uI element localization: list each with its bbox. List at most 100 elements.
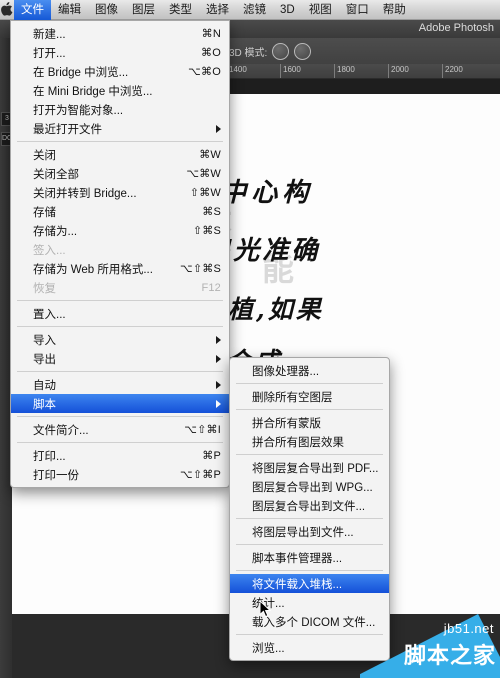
menu-item-label: 新建...: [33, 28, 66, 41]
menu-item[interactable]: 导入: [11, 330, 229, 349]
apple-logo-icon[interactable]: [0, 0, 14, 20]
menu-item-shortcut: ⇧⌘W: [189, 187, 221, 199]
menu-item[interactable]: 存储为... ⇧⌘S: [11, 221, 229, 240]
menu-item[interactable]: 打印一份 ⌥⇧⌘P: [11, 465, 229, 484]
menu-separator: [17, 371, 223, 372]
menu-item-label: 置入...: [33, 308, 66, 321]
menu-item-label: 关闭全部: [33, 168, 79, 181]
menu-item[interactable]: 删除所有空图层: [230, 387, 389, 406]
menu-item-label: 打开为智能对象...: [33, 104, 124, 117]
menu-separator: [17, 442, 223, 443]
menubar-item-2[interactable]: 图像: [88, 0, 125, 20]
menu-item[interactable]: 将文件载入堆栈...: [230, 574, 389, 593]
3d-roll-icon[interactable]: [294, 42, 312, 60]
menu-item[interactable]: 将图层复合导出到 PDF...: [230, 458, 389, 477]
menu-item[interactable]: 图层复合导出到 WPG...: [230, 477, 389, 496]
menu-item-label: 打印...: [33, 450, 66, 463]
menu-item[interactable]: 脚本: [11, 394, 229, 413]
menu-item-shortcut: F12: [201, 281, 221, 294]
menu-item-label: 图像处理器...: [252, 365, 320, 378]
menubar-item-8[interactable]: 视图: [302, 0, 339, 20]
menubar-item-0[interactable]: 文件: [14, 0, 51, 20]
menubar-item-7[interactable]: 3D: [273, 0, 302, 20]
menu-separator: [236, 518, 383, 519]
menubar-item-4[interactable]: 类型: [162, 0, 199, 20]
ruler-tick-1800: 1800: [334, 64, 355, 78]
menu-item-label: 删除所有空图层: [252, 391, 333, 404]
menu-separator: [17, 300, 223, 301]
3d-mode-group: 3D 模式:: [221, 38, 317, 64]
menubar-item-5[interactable]: 选择: [199, 0, 236, 20]
menu-item[interactable]: 关闭并转到 Bridge... ⇧⌘W: [11, 183, 229, 202]
menu-item-shortcut: ⌥⌘O: [188, 66, 221, 78]
menu-item-shortcut: ⌥⇧⌘S: [179, 263, 221, 275]
menu-item[interactable]: 关闭 ⌘W: [11, 145, 229, 164]
menu-item[interactable]: 导出: [11, 349, 229, 368]
menu-item[interactable]: 在 Bridge 中浏览... ⌥⌘O: [11, 62, 229, 81]
menu-item-shortcut: ⌘N: [201, 28, 221, 40]
menu-item[interactable]: 将图层导出到文件...: [230, 522, 389, 541]
menu-item[interactable]: 打印... ⌘P: [11, 446, 229, 465]
menu-item[interactable]: 置入...: [11, 304, 229, 323]
ruler-tick-2200: 2200: [442, 64, 463, 78]
menu-item[interactable]: 图层复合导出到文件...: [230, 496, 389, 515]
menubar-item-9[interactable]: 窗口: [339, 0, 376, 20]
system-menubar: 文件 编辑 图像 图层 类型 选择 滤镜 3D 视图 窗口 帮助: [0, 0, 500, 20]
menu-item-label: 关闭并转到 Bridge...: [33, 187, 137, 200]
submenu-arrow-icon: [216, 399, 221, 408]
menu-item[interactable]: 在 Mini Bridge 中浏览...: [11, 81, 229, 100]
scripts-submenu[interactable]: 图像处理器... 删除所有空图层 拼合所有蒙版拼合所有图层效果将图层复合导出到 PD…: [229, 357, 390, 661]
menu-item-shortcut: ⌥⌘W: [186, 168, 221, 180]
menu-item-label: 打印一份: [33, 469, 79, 482]
menu-item[interactable]: 拼合所有蒙版: [230, 413, 389, 432]
menu-item[interactable]: 存储 ⌘S: [11, 202, 229, 221]
menu-item-label: 拼合所有蒙版: [252, 417, 321, 430]
menu-item-label: 最近打开文件: [33, 123, 102, 136]
menu-item[interactable]: 打开... ⌘O: [11, 43, 229, 62]
menu-item-label: 将图层复合导出到 PDF...: [252, 462, 379, 475]
menu-item[interactable]: 新建... ⌘N: [11, 24, 229, 43]
menu-item-shortcut: ⌘W: [199, 149, 221, 161]
menu-separator: [236, 544, 383, 545]
menu-item[interactable]: 最近打开文件: [11, 119, 229, 138]
menu-separator: [236, 409, 383, 410]
file-dropdown-menu[interactable]: 新建... ⌘N 打开... ⌘O 在 Bridge 中浏览... ⌥⌘O 在 Mini B…: [10, 20, 230, 488]
menu-item-label: 打开...: [33, 47, 66, 60]
menu-item[interactable]: 打开为智能对象...: [11, 100, 229, 119]
menu-item[interactable]: 脚本事件管理器...: [230, 548, 389, 567]
menu-item-label: 拼合所有图层效果: [252, 436, 344, 449]
menu-item[interactable]: 载入多个 DICOM 文件...: [230, 612, 389, 631]
menu-item-label: 存储为...: [33, 225, 78, 238]
submenu-arrow-icon: [216, 124, 221, 133]
menu-item-shortcut: ⌘O: [201, 47, 221, 59]
menu-item-label: 存储为 Web 所用格式...: [33, 263, 153, 276]
menu-item-label: 存储: [33, 206, 56, 219]
menubar-item-1[interactable]: 编辑: [51, 0, 88, 20]
menu-item-label: 导入: [33, 334, 56, 347]
menu-item[interactable]: 关闭全部 ⌥⌘W: [11, 164, 229, 183]
menubar-item-6[interactable]: 滤镜: [236, 0, 273, 20]
menu-separator: [17, 416, 223, 417]
menu-item-shortcut: ⇧⌘S: [192, 225, 221, 237]
submenu-arrow-icon: [216, 354, 221, 363]
menu-item[interactable]: 自动: [11, 375, 229, 394]
menu-item[interactable]: 浏览...: [230, 638, 389, 657]
menubar-item-3[interactable]: 图层: [125, 0, 162, 20]
photoshop-window: Adobe Photosh 3D 模式: 6008001000120: [0, 0, 500, 678]
menu-item[interactable]: 拼合所有图层效果: [230, 432, 389, 451]
menu-item-shortcut: ⌘S: [202, 206, 221, 218]
menu-item[interactable]: 图像处理器...: [230, 361, 389, 380]
menu-item[interactable]: 统计...: [230, 593, 389, 612]
menu-separator: [236, 634, 383, 635]
3d-orbit-icon[interactable]: [272, 42, 290, 60]
menu-item[interactable]: 存储为 Web 所用格式... ⌥⇧⌘S: [11, 259, 229, 278]
menu-item: 恢复 F12: [11, 278, 229, 297]
submenu-arrow-icon: [216, 335, 221, 344]
menu-item-label: 自动: [33, 379, 56, 392]
menubar-item-10[interactable]: 帮助: [376, 0, 413, 20]
ruler-tick-2000: 2000: [388, 64, 409, 78]
menu-item-label: 统计...: [252, 597, 285, 610]
menu-item-label: 在 Mini Bridge 中浏览...: [33, 85, 153, 98]
menu-item-label: 将文件载入堆栈...: [252, 578, 343, 591]
menu-item[interactable]: 文件简介... ⌥⇧⌘I: [11, 420, 229, 439]
